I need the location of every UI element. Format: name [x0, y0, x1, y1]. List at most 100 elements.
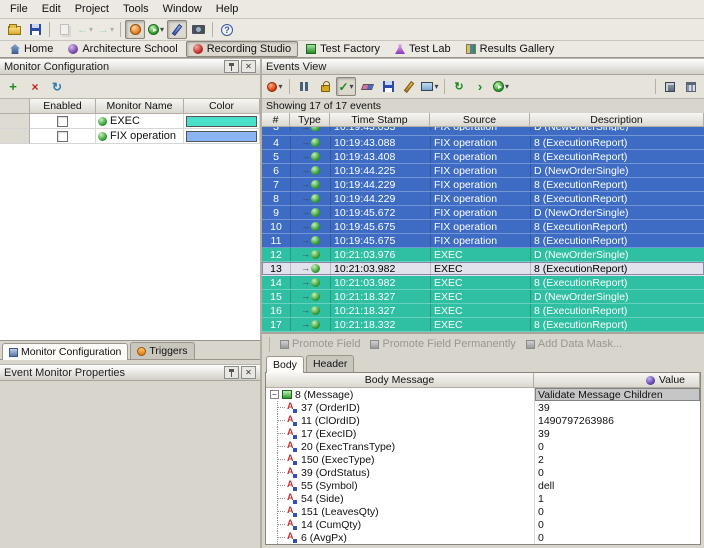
event-row[interactable]: 6 → 10:19:44.225 FIX operation D (NewOrd…: [262, 164, 704, 178]
refresh-events-button[interactable]: ↻: [449, 77, 469, 96]
event-row[interactable]: 7 → 10:19:44.229 FIX operation 8 (Execut…: [262, 178, 704, 192]
perspective-tab[interactable]: Results Gallery: [459, 41, 562, 57]
columns-button[interactable]: [660, 77, 680, 96]
perspective-tab[interactable]: Test Lab: [388, 41, 458, 57]
field-value-cell[interactable]: 39: [534, 401, 700, 414]
column-header-enabled[interactable]: Enabled: [30, 99, 96, 114]
message-action-button[interactable]: Promote Field Permanently: [367, 338, 518, 350]
event-row[interactable]: 8 → 10:19:44.229 FIX operation 8 (Execut…: [262, 192, 704, 206]
help-button[interactable]: ?: [217, 20, 237, 39]
event-row[interactable]: 17 → 10:21:18.332 EXEC 8 (ExecutionRepor…: [262, 318, 704, 332]
event-row[interactable]: 4 → 10:19:43.088 FIX operation 8 (Execut…: [262, 136, 704, 150]
tree-expander-icon[interactable]: −: [270, 390, 279, 399]
message-action-button[interactable]: Promote Field: [277, 338, 363, 350]
message-field-row[interactable]: − 20 (ExecTransType) 0: [266, 440, 700, 453]
message-field-row[interactable]: − 54 (Side) 1: [266, 492, 700, 505]
perspective-tab[interactable]: Architecture School: [61, 41, 184, 57]
field-value-cell[interactable]: 2: [534, 453, 700, 466]
monitor-row[interactable]: FIX operation: [0, 129, 260, 144]
event-row[interactable]: 5 → 10:19:43.408 FIX operation 8 (Execut…: [262, 150, 704, 164]
pause-button[interactable]: [294, 77, 314, 96]
message-field-row[interactable]: − 17 (ExecID) 39: [266, 427, 700, 440]
event-row[interactable]: 3 → 10:19:43.053 FIX operation D (NewOrd…: [262, 127, 704, 136]
perspective-tab[interactable]: Home: [3, 41, 60, 57]
event-row[interactable]: 13 → 10:21:03.982 EXEC 8 (ExecutionRepor…: [262, 262, 704, 276]
display-options-dropdown[interactable]: ▾: [420, 77, 440, 96]
field-value-cell[interactable]: 1490797263986: [534, 414, 700, 427]
pin-button[interactable]: [224, 60, 239, 73]
field-value-cell[interactable]: 1: [534, 492, 700, 505]
lock-events-button[interactable]: [315, 77, 335, 96]
close-button[interactable]: ✕: [241, 60, 256, 73]
edit-filter-button[interactable]: [399, 77, 419, 96]
message-field-row[interactable]: − 39 (OrdStatus) 0: [266, 466, 700, 479]
annotate-toggle[interactable]: [167, 20, 187, 39]
message-action-button[interactable]: Add Data Mask...: [523, 338, 625, 350]
field-value-cell[interactable]: 39: [534, 427, 700, 440]
screenshot-button[interactable]: [188, 20, 208, 39]
pin-button[interactable]: [224, 366, 239, 379]
column-header-value[interactable]: Value: [534, 373, 700, 388]
redo-button[interactable]: →▾: [96, 20, 116, 39]
record-button[interactable]: ▾: [265, 77, 285, 96]
menu-item[interactable]: Project: [68, 1, 116, 17]
field-value-cell[interactable]: 0: [534, 518, 700, 531]
save-button[interactable]: [25, 20, 45, 39]
validate-toggle[interactable]: ✓▾: [336, 77, 356, 96]
perspective-tab[interactable]: Recording Studio: [186, 41, 298, 57]
column-header-number[interactable]: #: [262, 113, 290, 127]
event-row[interactable]: 16 → 10:21:18.327 EXEC 8 (ExecutionRepor…: [262, 304, 704, 318]
field-value-cell[interactable]: 0: [534, 466, 700, 479]
message-field-row[interactable]: − 8 (Message) Validate Message Children: [266, 388, 700, 401]
message-tab[interactable]: Body: [266, 356, 304, 373]
column-header-timestamp[interactable]: Time Stamp: [330, 113, 430, 127]
undo-button[interactable]: ←▾: [75, 20, 95, 39]
column-header-source[interactable]: Source: [430, 113, 530, 127]
group-view-button[interactable]: [681, 77, 701, 96]
event-row[interactable]: 14 → 10:21:03.982 EXEC 8 (ExecutionRepor…: [262, 276, 704, 290]
message-field-row[interactable]: − 55 (Symbol) dell: [266, 479, 700, 492]
message-tab[interactable]: Header: [306, 355, 354, 372]
perspective-tab[interactable]: Test Factory: [299, 41, 387, 57]
enabled-checkbox[interactable]: [57, 131, 68, 142]
enabled-checkbox[interactable]: [57, 116, 68, 127]
column-header-description[interactable]: Description: [530, 113, 704, 127]
color-swatch[interactable]: [186, 131, 257, 142]
field-value-cell[interactable]: 0: [534, 531, 700, 544]
field-value-cell[interactable]: 0: [534, 505, 700, 518]
save-events-button[interactable]: [378, 77, 398, 96]
run-dropdown[interactable]: ▾: [146, 20, 166, 39]
delete-monitor-button[interactable]: ×: [25, 77, 45, 96]
column-header-body-message[interactable]: Body Message: [266, 373, 534, 388]
left-tab[interactable]: Monitor Configuration: [2, 343, 128, 360]
monitor-row[interactable]: EXEC: [0, 114, 260, 129]
field-value-cell[interactable]: Validate Message Children: [534, 388, 700, 401]
column-header-color[interactable]: Color: [184, 99, 260, 114]
open-button[interactable]: [4, 20, 24, 39]
message-field-row[interactable]: − 150 (ExecType) 2: [266, 453, 700, 466]
event-row[interactable]: 12 → 10:21:03.976 EXEC D (NewOrderSingle…: [262, 248, 704, 262]
copy-button[interactable]: [54, 20, 74, 39]
column-header-type[interactable]: Type: [290, 113, 330, 127]
message-field-row[interactable]: − 14 (CumQty) 0: [266, 518, 700, 531]
menu-item[interactable]: File: [3, 1, 35, 17]
field-value-cell[interactable]: 0: [534, 440, 700, 453]
recording-studio-toggle[interactable]: [125, 20, 145, 39]
refresh-monitors-button[interactable]: ↻: [47, 77, 67, 96]
event-row[interactable]: 9 → 10:19:45.672 FIX operation D (NewOrd…: [262, 206, 704, 220]
menu-item[interactable]: Help: [209, 1, 246, 17]
message-field-row[interactable]: − 151 (LeavesQty) 0: [266, 505, 700, 518]
replay-button[interactable]: ▾: [491, 77, 511, 96]
field-value-cell[interactable]: dell: [534, 479, 700, 492]
menu-item[interactable]: Tools: [116, 1, 156, 17]
menu-item[interactable]: Window: [156, 1, 209, 17]
clear-events-button[interactable]: [357, 77, 377, 96]
column-header-name[interactable]: Monitor Name: [96, 99, 184, 114]
step-forward-button[interactable]: ›: [470, 77, 490, 96]
message-field-row[interactable]: − 6 (AvgPx) 0: [266, 531, 700, 544]
left-tab[interactable]: Triggers: [130, 342, 194, 359]
event-row[interactable]: 10 → 10:19:45.675 FIX operation 8 (Execu…: [262, 220, 704, 234]
event-row[interactable]: 11 → 10:19:45.675 FIX operation 8 (Execu…: [262, 234, 704, 248]
event-row[interactable]: 15 → 10:21:18.327 EXEC D (NewOrderSingle…: [262, 290, 704, 304]
message-field-row[interactable]: − 11 (ClOrdID) 1490797263986: [266, 414, 700, 427]
